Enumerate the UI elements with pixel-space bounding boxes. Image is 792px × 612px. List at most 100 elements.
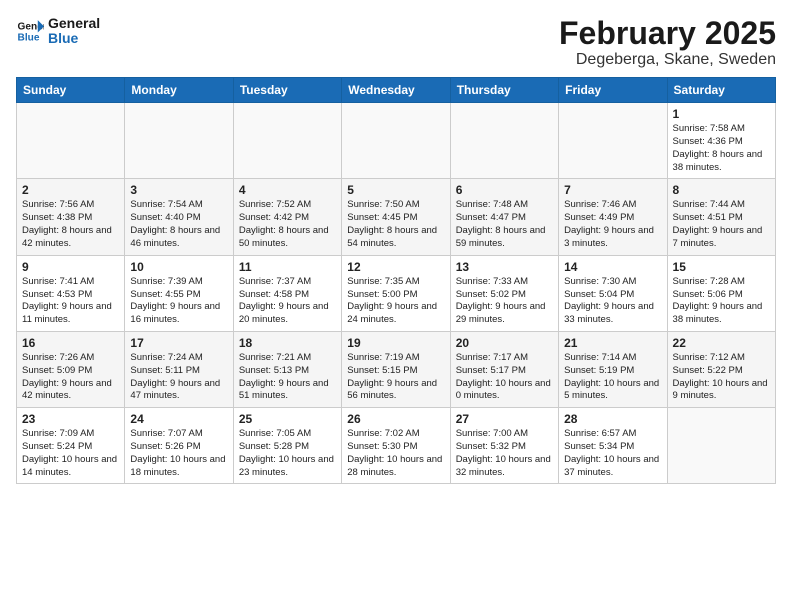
page-header: General Blue General Blue February 2025 … — [16, 16, 776, 69]
day-info: Sunrise: 7:05 AM Sunset: 5:28 PM Dayligh… — [239, 428, 336, 479]
calendar-cell — [17, 103, 125, 179]
calendar-cell: 5 Sunrise: 7:50 AM Sunset: 4:45 PM Daylig… — [342, 179, 450, 255]
day-number: 2 — [22, 183, 119, 197]
day-info: Sunrise: 7:35 AM Sunset: 5:00 PM Dayligh… — [347, 276, 444, 327]
day-number: 8 — [673, 183, 770, 197]
day-number: 19 — [347, 336, 444, 350]
day-info: Sunrise: 7:28 AM Sunset: 5:06 PM Dayligh… — [673, 276, 770, 327]
calendar-cell: 23Sunrise: 7:09 AM Sunset: 5:24 PM Dayli… — [17, 408, 125, 484]
day-info: Sunrise: 7:48 AM Sunset: 4:47 PM Dayligh… — [456, 199, 553, 250]
day-info: Sunrise: 7:00 AM Sunset: 5:32 PM Dayligh… — [456, 428, 553, 479]
day-info: Sunrise: 7:19 AM Sunset: 5:15 PM Dayligh… — [347, 352, 444, 403]
day-number: 1 — [673, 107, 770, 121]
day-number: 13 — [456, 260, 553, 274]
calendar-week-row: 16 Sunrise: 7:26 AM Sunset: 5:09 PM Dayli… — [17, 331, 776, 407]
calendar-cell: 26 Sunrise: 7:02 AM Sunset: 5:30 PM Dayli… — [342, 408, 450, 484]
calendar-week-row: 1Sunrise: 7:58 AM Sunset: 4:36 PM Daylig… — [17, 103, 776, 179]
calendar-cell: 12 Sunrise: 7:35 AM Sunset: 5:00 PM Dayli… — [342, 255, 450, 331]
day-info: Sunrise: 7:56 AM Sunset: 4:38 PM Dayligh… — [22, 199, 119, 250]
day-number: 28 — [564, 412, 661, 426]
calendar-cell: 27 Sunrise: 7:00 AM Sunset: 5:32 PM Dayli… — [450, 408, 558, 484]
day-number: 17 — [130, 336, 227, 350]
day-info: Sunrise: 7:39 AM Sunset: 4:55 PM Dayligh… — [130, 276, 227, 327]
svg-text:Blue: Blue — [18, 33, 40, 44]
day-number: 23 — [22, 412, 119, 426]
calendar-cell — [125, 103, 233, 179]
month-title: February 2025 — [559, 16, 776, 51]
day-info: Sunrise: 7:50 AM Sunset: 4:45 PM Dayligh… — [347, 199, 444, 250]
day-number: 18 — [239, 336, 336, 350]
day-info: Sunrise: 7:37 AM Sunset: 4:58 PM Dayligh… — [239, 276, 336, 327]
day-info: Sunrise: 7:54 AM Sunset: 4:40 PM Dayligh… — [130, 199, 227, 250]
calendar-cell: 17 Sunrise: 7:24 AM Sunset: 5:11 PM Dayli… — [125, 331, 233, 407]
calendar-cell: 3 Sunrise: 7:54 AM Sunset: 4:40 PM Daylig… — [125, 179, 233, 255]
calendar-cell: 6 Sunrise: 7:48 AM Sunset: 4:47 PM Daylig… — [450, 179, 558, 255]
calendar-cell — [233, 103, 341, 179]
calendar-cell: 18 Sunrise: 7:21 AM Sunset: 5:13 PM Dayli… — [233, 331, 341, 407]
calendar: SundayMondayTuesdayWednesdayThursdayFrid… — [16, 77, 776, 484]
calendar-cell — [342, 103, 450, 179]
day-info: Sunrise: 7:24 AM Sunset: 5:11 PM Dayligh… — [130, 352, 227, 403]
calendar-cell: 7Sunrise: 7:46 AM Sunset: 4:49 PM Daylig… — [559, 179, 667, 255]
calendar-cell: 20 Sunrise: 7:17 AM Sunset: 5:17 PM Dayli… — [450, 331, 558, 407]
day-info: Sunrise: 7:41 AM Sunset: 4:53 PM Dayligh… — [22, 276, 119, 327]
calendar-week-row: 23Sunrise: 7:09 AM Sunset: 5:24 PM Dayli… — [17, 408, 776, 484]
day-number: 6 — [456, 183, 553, 197]
day-info: Sunrise: 7:02 AM Sunset: 5:30 PM Dayligh… — [347, 428, 444, 479]
calendar-cell: 25 Sunrise: 7:05 AM Sunset: 5:28 PM Dayli… — [233, 408, 341, 484]
day-number: 16 — [22, 336, 119, 350]
day-number: 26 — [347, 412, 444, 426]
weekday-header-tuesday: Tuesday — [233, 78, 341, 103]
day-number: 12 — [347, 260, 444, 274]
day-number: 22 — [673, 336, 770, 350]
calendar-cell — [667, 408, 775, 484]
calendar-cell: 16 Sunrise: 7:26 AM Sunset: 5:09 PM Dayli… — [17, 331, 125, 407]
day-number: 25 — [239, 412, 336, 426]
calendar-week-row: 9 Sunrise: 7:41 AM Sunset: 4:53 PM Daylig… — [17, 255, 776, 331]
weekday-header-monday: Monday — [125, 78, 233, 103]
calendar-cell: 11 Sunrise: 7:37 AM Sunset: 4:58 PM Dayli… — [233, 255, 341, 331]
logo-text-line2: Blue — [48, 31, 100, 46]
day-info: Sunrise: 7:44 AM Sunset: 4:51 PM Dayligh… — [673, 199, 770, 250]
day-number: 20 — [456, 336, 553, 350]
calendar-body: 1Sunrise: 7:58 AM Sunset: 4:36 PM Daylig… — [17, 103, 776, 484]
weekday-header-saturday: Saturday — [667, 78, 775, 103]
day-number: 11 — [239, 260, 336, 274]
calendar-week-row: 2 Sunrise: 7:56 AM Sunset: 4:38 PM Daylig… — [17, 179, 776, 255]
calendar-cell: 1Sunrise: 7:58 AM Sunset: 4:36 PM Daylig… — [667, 103, 775, 179]
day-info: Sunrise: 7:17 AM Sunset: 5:17 PM Dayligh… — [456, 352, 553, 403]
day-info: Sunrise: 7:30 AM Sunset: 5:04 PM Dayligh… — [564, 276, 661, 327]
day-number: 21 — [564, 336, 661, 350]
calendar-header: SundayMondayTuesdayWednesdayThursdayFrid… — [17, 78, 776, 103]
calendar-cell: 15Sunrise: 7:28 AM Sunset: 5:06 PM Dayli… — [667, 255, 775, 331]
calendar-cell: 9 Sunrise: 7:41 AM Sunset: 4:53 PM Daylig… — [17, 255, 125, 331]
location-title: Degeberga, Skane, Sweden — [559, 51, 776, 69]
calendar-cell: 2 Sunrise: 7:56 AM Sunset: 4:38 PM Daylig… — [17, 179, 125, 255]
calendar-cell: 10 Sunrise: 7:39 AM Sunset: 4:55 PM Dayli… — [125, 255, 233, 331]
day-info: Sunrise: 7:21 AM Sunset: 5:13 PM Dayligh… — [239, 352, 336, 403]
calendar-cell: 4Sunrise: 7:52 AM Sunset: 4:42 PM Daylig… — [233, 179, 341, 255]
day-number: 3 — [130, 183, 227, 197]
day-number: 7 — [564, 183, 661, 197]
day-number: 14 — [564, 260, 661, 274]
weekday-row: SundayMondayTuesdayWednesdayThursdayFrid… — [17, 78, 776, 103]
calendar-cell: 24 Sunrise: 7:07 AM Sunset: 5:26 PM Dayli… — [125, 408, 233, 484]
day-info: Sunrise: 7:14 AM Sunset: 5:19 PM Dayligh… — [564, 352, 661, 403]
calendar-cell: 14 Sunrise: 7:30 AM Sunset: 5:04 PM Dayli… — [559, 255, 667, 331]
weekday-header-wednesday: Wednesday — [342, 78, 450, 103]
day-info: Sunrise: 7:07 AM Sunset: 5:26 PM Dayligh… — [130, 428, 227, 479]
weekday-header-friday: Friday — [559, 78, 667, 103]
day-number: 10 — [130, 260, 227, 274]
day-info: Sunrise: 7:52 AM Sunset: 4:42 PM Dayligh… — [239, 199, 336, 250]
calendar-cell — [450, 103, 558, 179]
logo-text-line1: General — [48, 16, 100, 31]
day-number: 24 — [130, 412, 227, 426]
day-info: Sunrise: 7:26 AM Sunset: 5:09 PM Dayligh… — [22, 352, 119, 403]
day-number: 5 — [347, 183, 444, 197]
day-number: 27 — [456, 412, 553, 426]
title-block: February 2025 Degeberga, Skane, Sweden — [559, 16, 776, 69]
day-number: 9 — [22, 260, 119, 274]
day-info: Sunrise: 7:33 AM Sunset: 5:02 PM Dayligh… — [456, 276, 553, 327]
calendar-cell: 21 Sunrise: 7:14 AM Sunset: 5:19 PM Dayli… — [559, 331, 667, 407]
weekday-header-sunday: Sunday — [17, 78, 125, 103]
